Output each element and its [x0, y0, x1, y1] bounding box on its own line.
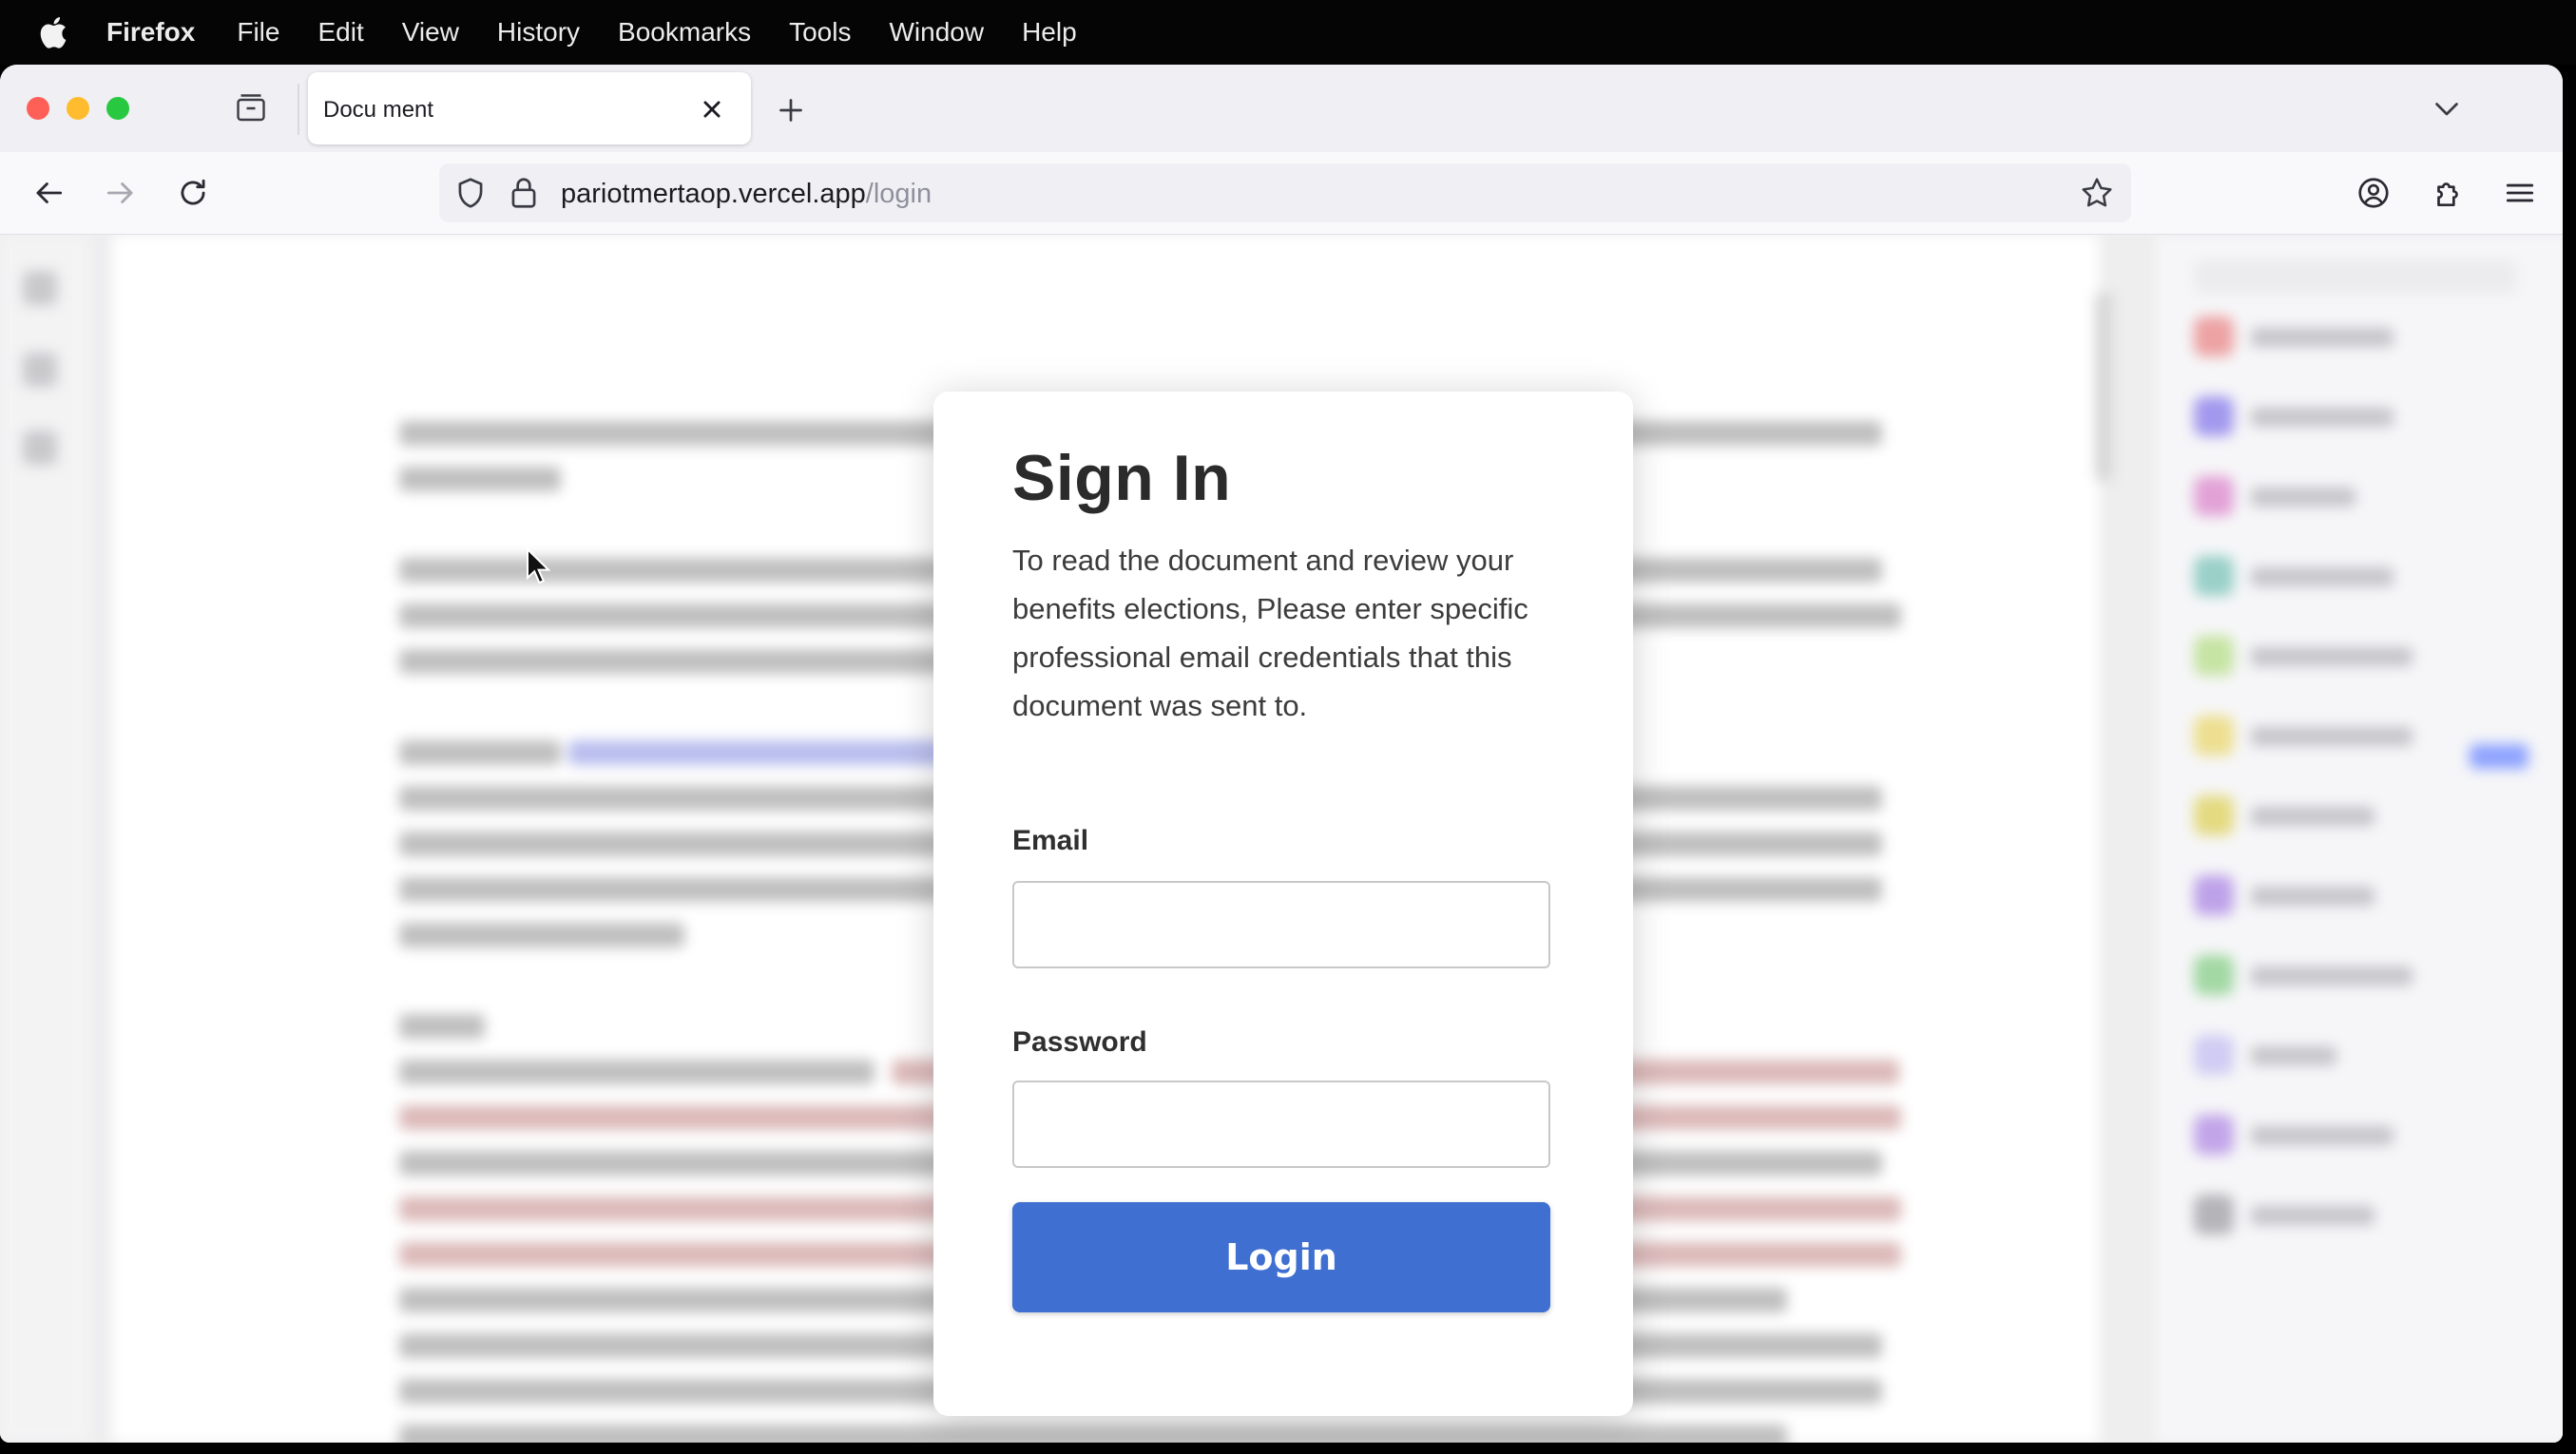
tool-label: [2251, 1206, 2374, 1225]
forward-arrow-icon[interactable]: [103, 175, 139, 211]
tool-label: [2251, 1126, 2393, 1145]
tools-side-panel: [2156, 235, 2563, 1443]
chevron-down-icon[interactable]: [2430, 91, 2464, 125]
doc-link-line: [568, 740, 949, 765]
menu-app-firefox[interactable]: Firefox: [106, 17, 195, 48]
tab-bar-divider: [298, 84, 299, 135]
tool-icon: [2194, 875, 2234, 915]
shield-icon[interactable]: [452, 175, 489, 211]
menu-help[interactable]: Help: [1022, 17, 1077, 48]
document-scrollbar: [2095, 292, 2112, 482]
tool-icon: [2194, 636, 2234, 676]
doc-text-line: [399, 649, 989, 674]
menu-file[interactable]: File: [237, 17, 279, 48]
extensions-icon[interactable]: [2430, 175, 2466, 211]
sign-in-dialog: Sign In To read the document and review …: [933, 392, 1633, 1416]
tool-label: [2251, 408, 2393, 427]
account-icon[interactable]: [2355, 175, 2392, 211]
macos-menu-bar: Firefox File Edit View History Bookmarks…: [0, 0, 2576, 65]
tab-overview-icon[interactable]: [234, 91, 268, 125]
tool-label: [2251, 887, 2374, 906]
back-arrow-icon[interactable]: [30, 175, 67, 211]
menu-tools[interactable]: Tools: [789, 17, 851, 48]
new-badge: [2470, 744, 2528, 769]
tool-icon: [2194, 1195, 2234, 1234]
menu-bookmarks[interactable]: Bookmarks: [618, 17, 751, 48]
doc-text-line: [399, 1060, 875, 1084]
doc-text-line: [399, 1425, 1787, 1443]
doc-text-line: [399, 740, 561, 765]
tool-label: [2251, 727, 2413, 746]
tool-label: [2251, 567, 2393, 586]
email-field[interactable]: [1012, 881, 1550, 968]
tool-label: [2251, 647, 2413, 666]
tool-label: [2251, 328, 2393, 347]
navigation-toolbar: pariotmertaop.vercel.app/login: [0, 152, 2563, 235]
tool-icon: [2194, 396, 2234, 436]
tool-label: [2251, 488, 2355, 507]
tool-label: [2251, 1046, 2336, 1065]
tool-icon: [2194, 476, 2234, 516]
tool-label: [2251, 966, 2413, 985]
mouse-cursor-icon: [527, 547, 550, 584]
hamburger-menu-icon[interactable]: [2502, 175, 2538, 211]
file-icon: [23, 430, 57, 465]
tool-icon: [2194, 316, 2234, 356]
url-path: /login: [865, 179, 932, 209]
tab-title: Docu ment: [323, 97, 434, 123]
url-text: pariotmertaop.vercel.app/login: [561, 179, 932, 210]
menu-edit[interactable]: Edit: [317, 17, 363, 48]
lock-icon[interactable]: [506, 175, 542, 211]
file-icon: [23, 271, 57, 305]
close-icon[interactable]: [696, 93, 728, 125]
tool-icon: [2194, 556, 2234, 596]
email-label: Email: [1012, 825, 1089, 856]
file-icon: [23, 353, 57, 387]
doc-heading-line: [399, 1014, 485, 1039]
doc-text-line: [399, 467, 561, 491]
dialog-title: Sign In: [1012, 442, 1232, 514]
document-left-rail: [0, 235, 91, 1443]
page-content: Sign In To read the document and review …: [0, 235, 2563, 1443]
window-close-button[interactable]: [27, 97, 49, 120]
window-maximize-button[interactable]: [106, 97, 129, 120]
password-label: Password: [1012, 1026, 1147, 1058]
window-minimize-button[interactable]: [67, 97, 89, 120]
tab-document[interactable]: Docu ment: [308, 72, 751, 144]
menu-window[interactable]: Window: [889, 17, 984, 48]
password-field[interactable]: [1012, 1081, 1550, 1168]
tool-icon: [2194, 795, 2234, 835]
browser-window: Docu ment pariotmertaop.vercel.app/login…: [0, 65, 2563, 1443]
dialog-description: To read the document and review your ben…: [1012, 544, 1528, 722]
plus-icon[interactable]: [774, 93, 808, 127]
url-host: pariotmertaop.vercel.app: [561, 179, 866, 209]
tool-icon: [2194, 716, 2234, 756]
tab-bar: Docu ment: [0, 65, 2563, 153]
tool-label: [2251, 807, 2374, 826]
doc-text-line: [399, 923, 684, 947]
login-button[interactable]: Login: [1012, 1202, 1550, 1312]
star-icon[interactable]: [2079, 175, 2115, 211]
menu-view[interactable]: View: [402, 17, 459, 48]
url-bar[interactable]: pariotmertaop.vercel.app/login: [439, 163, 2131, 222]
reload-icon[interactable]: [175, 175, 211, 211]
apple-icon[interactable]: [36, 13, 74, 51]
tool-icon: [2194, 1115, 2234, 1155]
panel-search-box: [2194, 259, 2517, 294]
tool-icon: [2194, 955, 2234, 995]
tool-icon: [2194, 1035, 2234, 1075]
menu-history[interactable]: History: [497, 17, 580, 48]
